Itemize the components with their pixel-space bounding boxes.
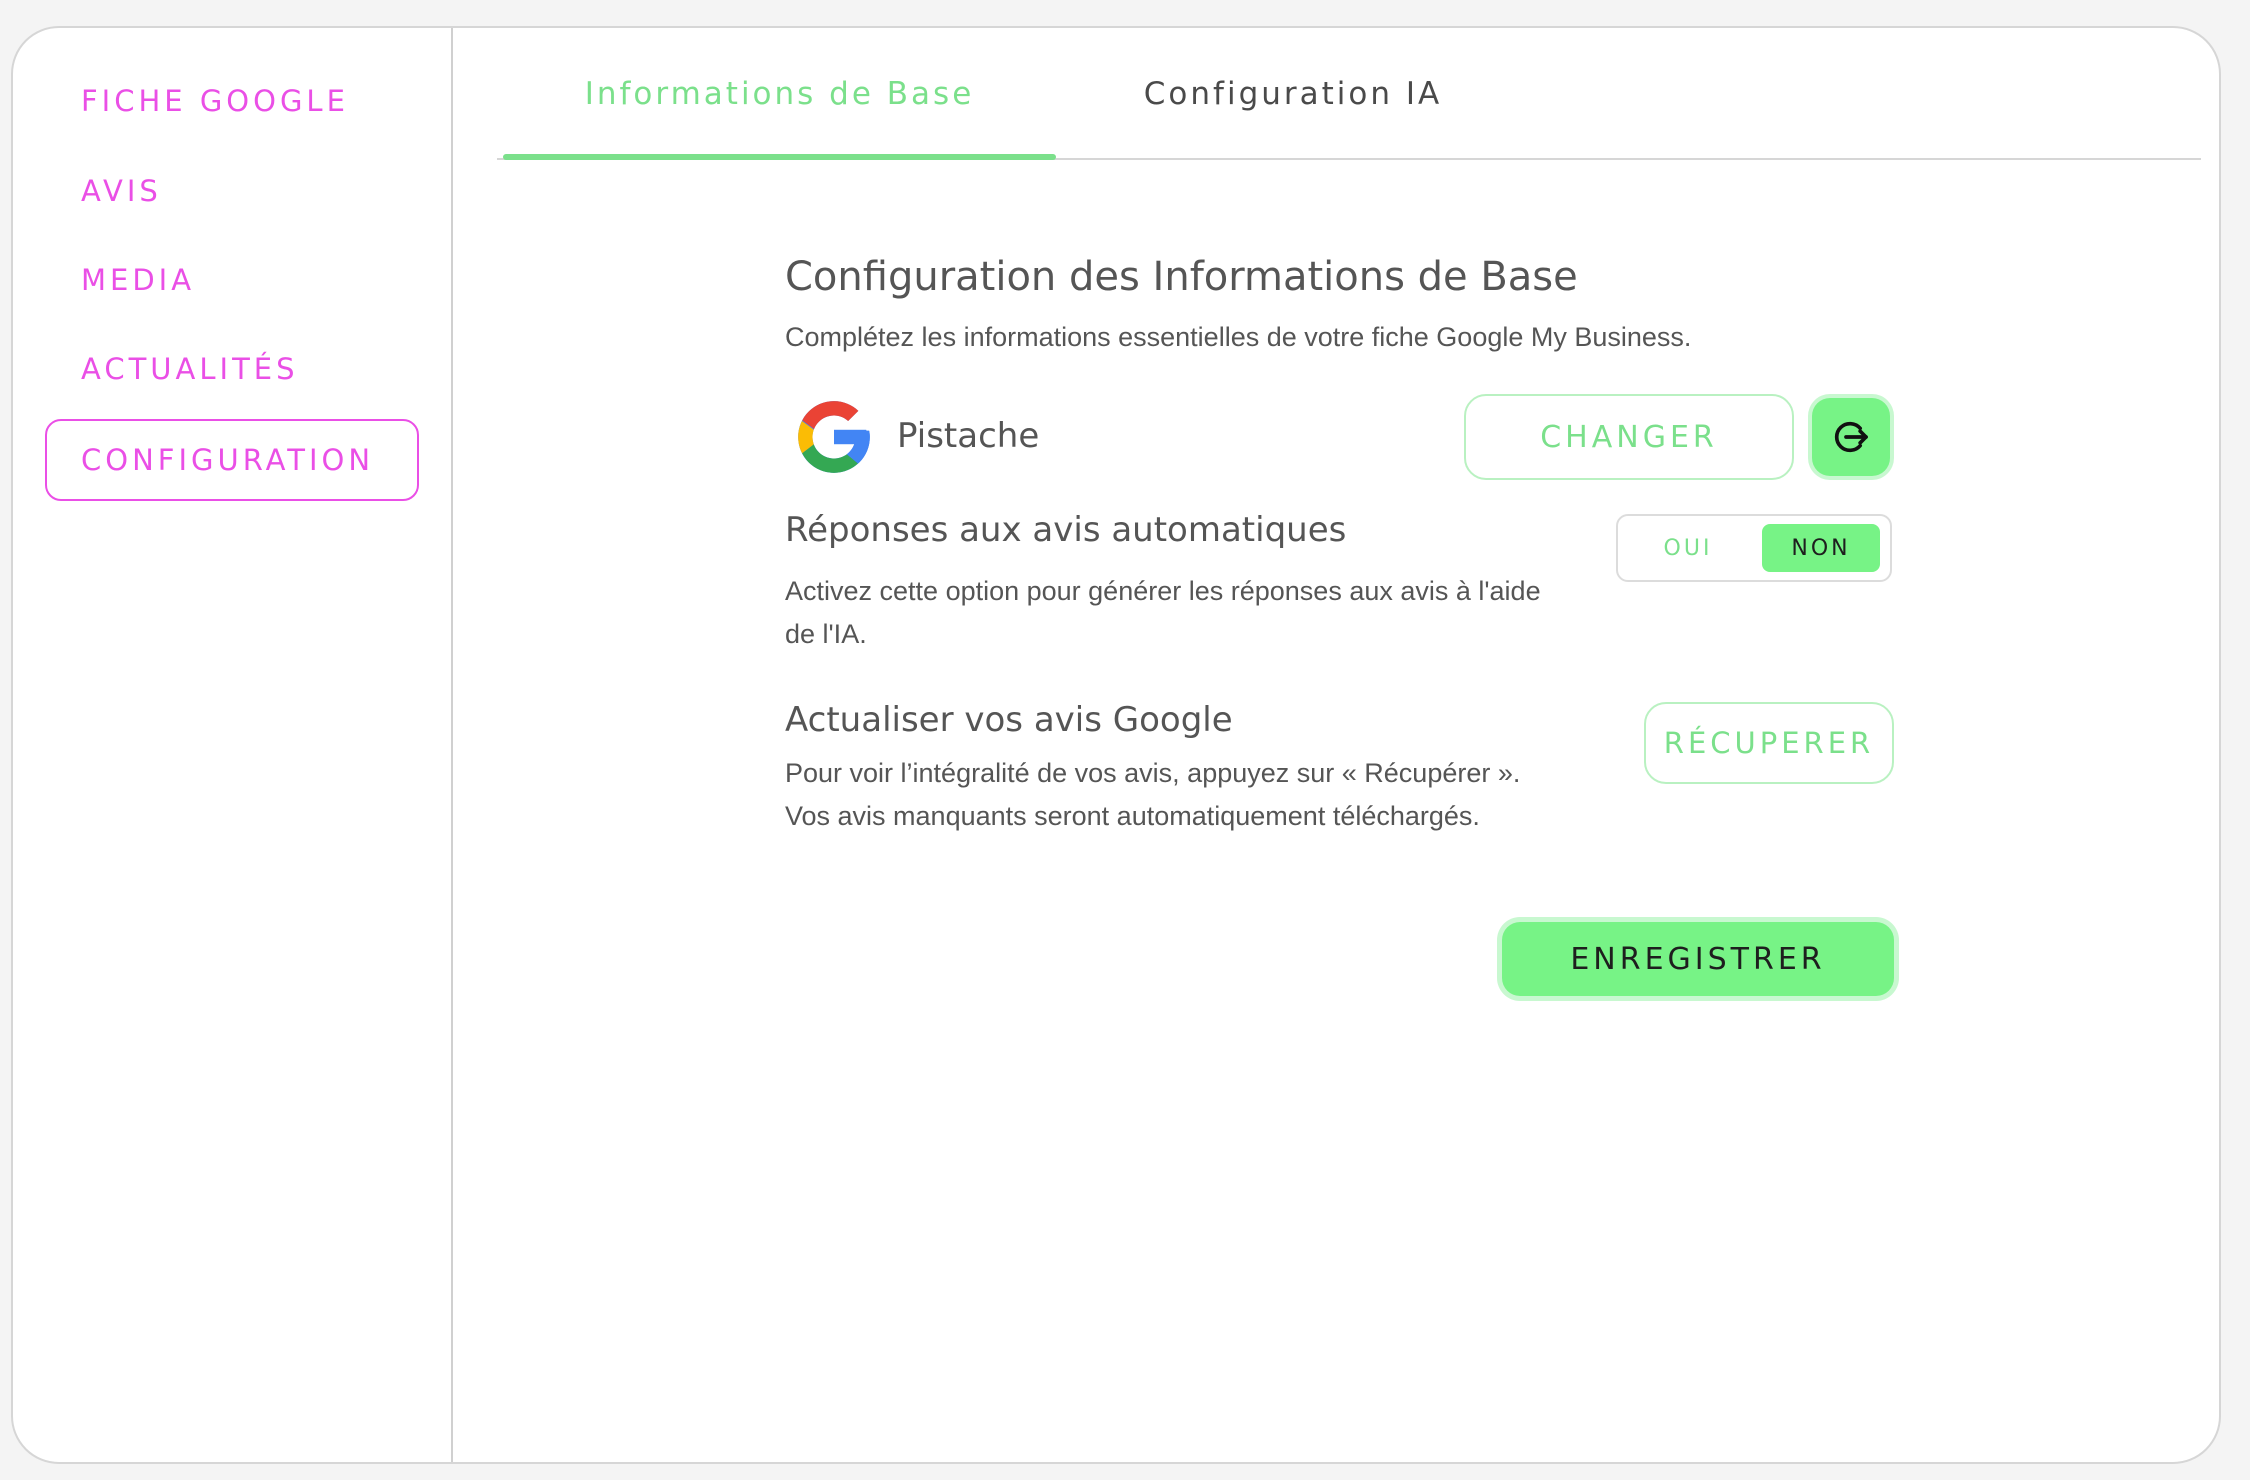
- change-button-label: CHANGER: [1540, 419, 1718, 455]
- google-logo-icon: [798, 401, 870, 473]
- description-line: Vos avis manquants seront automatiquemen…: [785, 801, 1480, 831]
- page-title: Configuration des Informations de Base: [785, 254, 1578, 300]
- change-business-button[interactable]: CHANGER: [1464, 394, 1794, 480]
- toggle-option-non[interactable]: NON: [1762, 524, 1880, 572]
- recuperer-button[interactable]: RÉCUPERER: [1644, 702, 1894, 784]
- auto-reply-description: Activez cette option pour générer les ré…: [785, 570, 1541, 656]
- business-name: Pistache: [897, 416, 1040, 456]
- description-line: de l'IA.: [785, 619, 867, 649]
- app-window: FICHE GOOGLE AVIS MEDIA ACTUALITÉS CONFI…: [11, 26, 2221, 1464]
- toggle-option-oui[interactable]: OUI: [1628, 524, 1748, 572]
- logout-icon: [1834, 421, 1868, 453]
- page-subtitle: Complétez les informations essentielles …: [785, 322, 1692, 352]
- main-content: Configuration des Informations de Base C…: [13, 28, 2219, 1462]
- description-line: Pour voir l’intégralité de vos avis, app…: [785, 758, 1521, 788]
- recuperer-button-label: RÉCUPERER: [1663, 726, 1875, 760]
- description-line: Activez cette option pour générer les ré…: [785, 576, 1541, 606]
- refresh-reviews-title: Actualiser vos avis Google: [785, 700, 1233, 740]
- save-button[interactable]: ENREGISTRER: [1502, 922, 1894, 996]
- auto-reply-toggle: OUI NON: [1616, 514, 1892, 582]
- auto-reply-title: Réponses aux avis automatiques: [785, 510, 1347, 550]
- save-button-label: ENREGISTRER: [1570, 941, 1826, 977]
- logout-button[interactable]: [1812, 398, 1890, 476]
- refresh-reviews-description: Pour voir l’intégralité de vos avis, app…: [785, 752, 1520, 838]
